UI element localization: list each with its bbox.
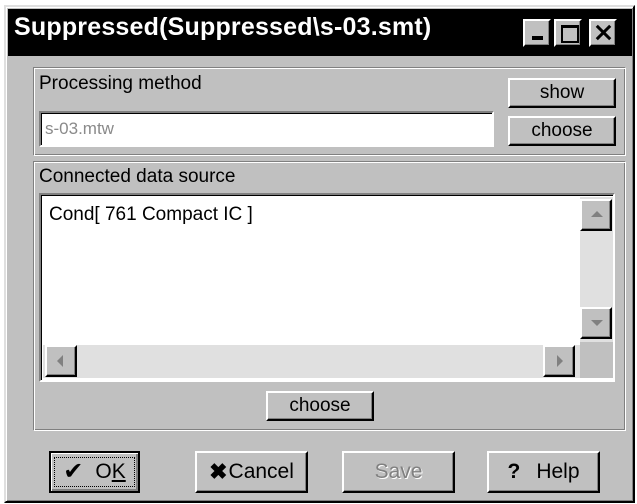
- scroll-left-button[interactable]: [45, 345, 77, 377]
- title-bar[interactable]: Suppressed(Suppressed\s-03.smt): [8, 9, 632, 56]
- scroll-up-button[interactable]: [580, 199, 612, 231]
- minimize-button[interactable]: [523, 19, 551, 47]
- question-icon: ?: [507, 460, 521, 483]
- choose-method-button[interactable]: choose: [508, 116, 616, 146]
- window-title: Suppressed(Suppressed\s-03.smt): [14, 13, 432, 41]
- processing-method-field[interactable]: s-03.mtw: [39, 111, 494, 147]
- ok-focus-rect: ✔ OK: [54, 457, 135, 487]
- arrow-right-icon: [557, 355, 563, 367]
- cancel-button[interactable]: ✖ Cancel: [195, 451, 308, 493]
- maximize-button[interactable]: [554, 19, 582, 47]
- help-button[interactable]: ? Help: [487, 451, 600, 493]
- check-icon: ✔: [63, 458, 84, 485]
- processing-method-label: Processing method: [39, 73, 202, 94]
- save-button[interactable]: Save: [342, 451, 455, 493]
- show-method-button[interactable]: show: [508, 78, 616, 108]
- arrow-left-icon: [57, 355, 63, 367]
- scroll-right-button[interactable]: [543, 345, 575, 377]
- help-label: Help: [536, 460, 580, 483]
- ok-label: OK: [95, 460, 125, 484]
- arrow-up-icon: [591, 211, 603, 217]
- ok-label-hotkey: K: [111, 460, 126, 483]
- cancel-label: Cancel: [228, 460, 294, 483]
- data-source-label: Connected data source: [39, 166, 236, 187]
- save-label: Save: [374, 460, 423, 483]
- x-icon: ✖: [209, 459, 228, 484]
- horizontal-scrollbar[interactable]: [43, 345, 580, 378]
- list-item[interactable]: Cond[ 761 Compact IC ]: [49, 204, 253, 226]
- data-source-list[interactable]: Cond[ 761 Compact IC ]: [39, 193, 615, 382]
- scroll-corner: [580, 342, 613, 378]
- arrow-down-icon: [591, 320, 603, 326]
- scroll-down-button[interactable]: [580, 307, 612, 339]
- ok-button[interactable]: ✔ OK: [49, 451, 140, 493]
- ok-label-main: O: [95, 460, 112, 483]
- choose-source-button[interactable]: choose: [266, 391, 374, 421]
- close-button[interactable]: [589, 19, 617, 47]
